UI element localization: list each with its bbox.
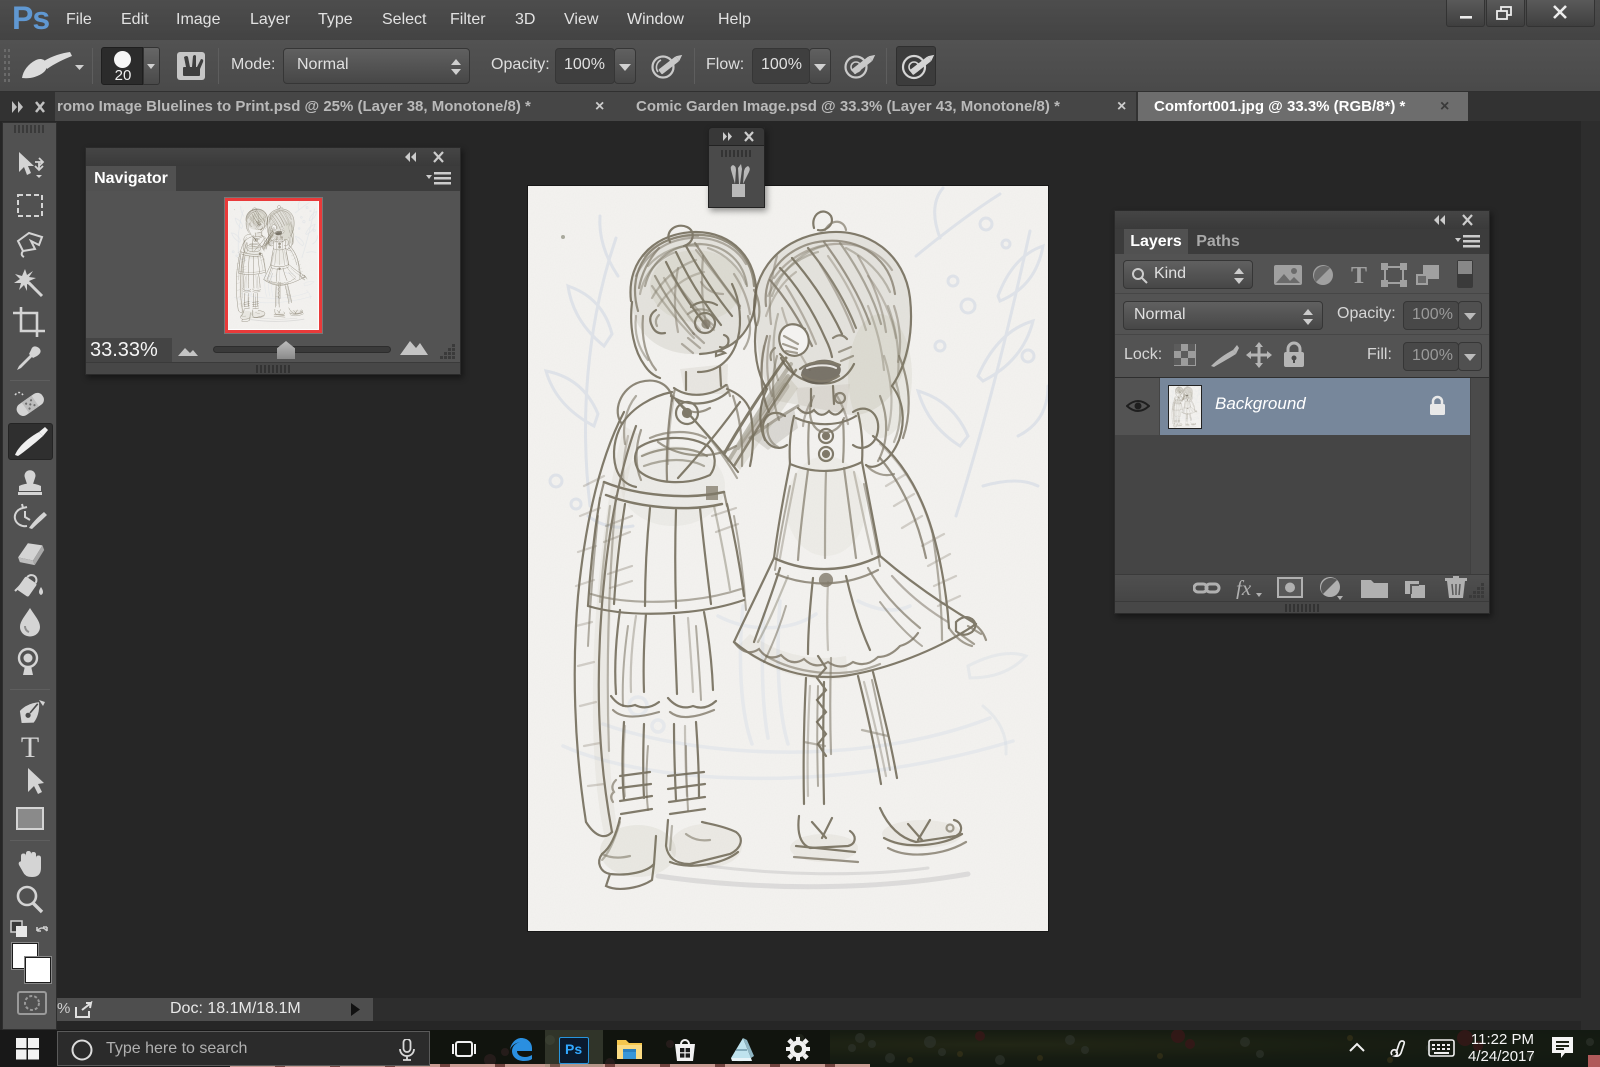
svg-text:T: T [1351,263,1367,287]
svg-text:fx: fx [1236,577,1252,599]
svg-text:T: T [21,731,39,764]
